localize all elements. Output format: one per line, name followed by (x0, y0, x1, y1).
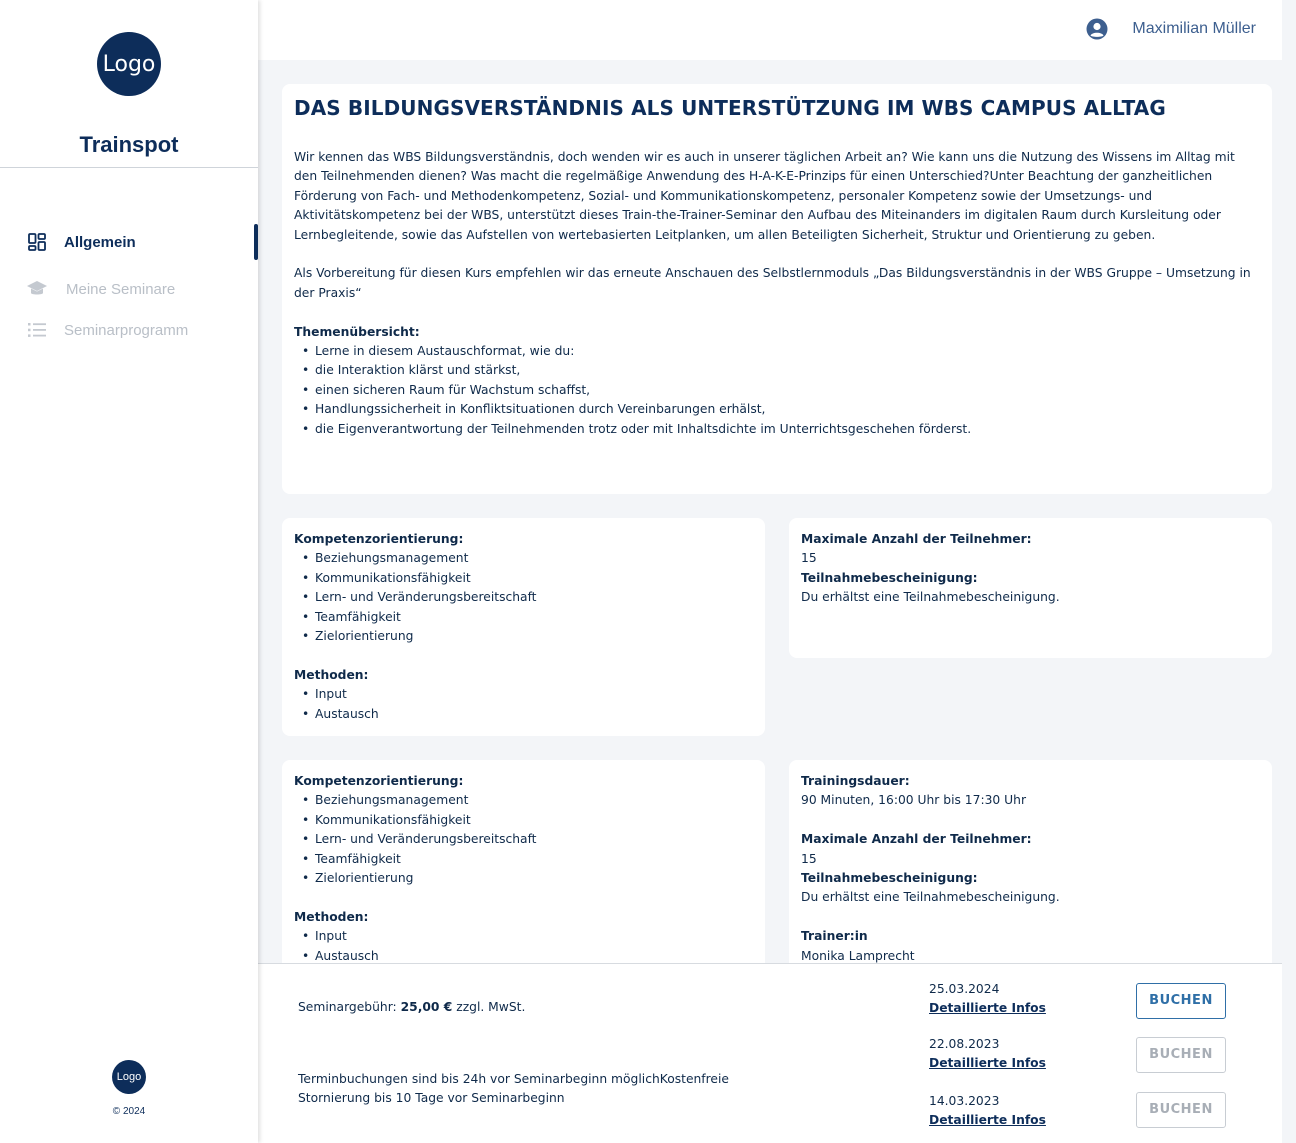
dashboard-icon (26, 232, 48, 252)
details-link[interactable]: Detaillierte Infos (929, 999, 1046, 1018)
sidebar-item-allgemein[interactable]: Allgemein (26, 230, 136, 254)
active-indicator (254, 224, 258, 260)
list-item: Input (294, 927, 753, 947)
list-item: Input (294, 685, 753, 705)
competence-heading: Kompetenzorientierung: (294, 774, 464, 788)
certificate-heading: Teilnahmebescheinigung: (801, 570, 978, 585)
description-card: DAS BILDUNGSVERSTÄNDNIS ALS UNTERSTÜTZUN… (282, 84, 1272, 494)
competence-list: Beziehungsmanagement Kommunikationsfähig… (294, 791, 753, 888)
description-paragraph: Wir kennen das WBS Bildungsverständnis, … (294, 150, 1235, 242)
methods-heading: Methoden: (294, 909, 369, 924)
copyright: © 2024 (112, 1106, 146, 1117)
list-item: Kommunikationsfähigkeit (294, 811, 753, 831)
seminar-fee: Seminargebühr: 25,00 € zzgl. MwSt. (298, 998, 525, 1017)
sidebar-item-label: Allgemein (64, 233, 136, 251)
info-card: Maximale Anzahl der Teilnehmer: 15 Teiln… (789, 518, 1272, 658)
fee-value: 25,00 € (400, 1000, 453, 1014)
fee-label: Seminargebühr: (298, 1000, 401, 1014)
divider (0, 167, 258, 168)
sidebar-item-label: Seminarprogramm (64, 321, 189, 339)
methods-list: Input Austausch (294, 927, 753, 966)
list-item: Zielorientierung (294, 869, 753, 889)
list-item: Lerne in diesem Austauschformat, wie du: (294, 342, 1260, 362)
seminar-date: 22.08.2023 (929, 1037, 1000, 1051)
list-item: Lern- und Veränderungsbereitschaft (294, 588, 753, 608)
description-text: Wir kennen das WBS Bildungsverständnis, … (294, 148, 1260, 439)
user-name: Maximilian Müller (1132, 20, 1256, 37)
top-bar: Maximilian Müller (258, 0, 1282, 60)
book-button[interactable]: BUCHEN (1136, 983, 1226, 1019)
sidebar-item-label: Meine Seminare (66, 280, 176, 298)
list-item: Beziehungsmanagement (294, 791, 753, 811)
user-menu[interactable]: Maximilian Müller (1086, 18, 1256, 40)
date-item: 22.08.2023 Detaillierte Infos (929, 1035, 1046, 1074)
preparation-paragraph: Als Vorbereitung für diesen Kurs empfehl… (294, 266, 1251, 300)
topics-list: Lerne in diesem Austauschformat, wie du:… (294, 342, 1260, 439)
competence-card: Kompetenzorientierung: Beziehungsmanagem… (282, 518, 765, 736)
topics-heading: Themenübersicht: (294, 324, 420, 339)
competence-list: Beziehungsmanagement Kommunikationsfähig… (294, 549, 753, 646)
max-participants-value: 15 (801, 851, 817, 866)
seminar-date: 25.03.2024 (929, 982, 1000, 996)
book-button-disabled[interactable]: BUCHEN (1136, 1037, 1226, 1073)
list-item: einen sicheren Raum für Wachstum schaffs… (294, 381, 1260, 401)
certificate-value: Du erhältst eine Teilnahmebescheinigung. (801, 590, 1060, 605)
fee-suffix: zzgl. MwSt. (452, 1000, 526, 1014)
max-participants-value: 15 (801, 551, 817, 566)
methods-list: Input Austausch (294, 685, 753, 724)
max-participants-heading: Maximale Anzahl der Teilnehmer: (801, 832, 1032, 847)
list-item: Lern- und Veränderungsbereitschaft (294, 830, 753, 850)
certificate-heading: Teilnahmebescheinigung: (801, 871, 978, 886)
list-item: Teamfähigkeit (294, 850, 753, 870)
book-button-disabled[interactable]: BUCHEN (1136, 1092, 1226, 1128)
list-item: die Eigenverantwortung der Teilnehmenden… (294, 420, 1260, 440)
date-item: 25.03.2024 Detaillierte Infos (929, 980, 1046, 1019)
list-item: Handlungssicherheit in Konfliktsituation… (294, 400, 1260, 420)
logo[interactable]: Logo (97, 32, 161, 96)
competence-card: Kompetenzorientierung: Beziehungsmanagem… (282, 760, 765, 978)
methods-heading: Methoden: (294, 667, 369, 682)
list-item: Austausch (294, 705, 753, 725)
scrollbar-track[interactable] (1282, 0, 1296, 1143)
trainer-heading: Trainer:in (801, 929, 868, 944)
page-title: DAS BILDUNGSVERSTÄNDNIS ALS UNTERSTÜTZUN… (294, 96, 1166, 120)
list-item: die Interaktion klärst und stärkst, (294, 361, 1260, 381)
sidebar: Logo Trainspot Allgemein Meine Seminare (0, 0, 258, 1143)
booking-terms: Terminbuchungen sind bis 24h vor Seminar… (298, 1072, 729, 1106)
max-participants-heading: Maximale Anzahl der Teilnehmer: (801, 532, 1032, 546)
booking-footer: Seminargebühr: 25,00 € zzgl. MwSt. Termi… (258, 963, 1282, 1143)
details-link[interactable]: Detaillierte Infos (929, 1111, 1046, 1130)
user-circle-icon (1086, 18, 1108, 40)
list-item: Zielorientierung (294, 627, 753, 647)
competence-heading: Kompetenzorientierung: (294, 532, 464, 546)
graduation-cap-icon (26, 279, 48, 299)
footer-logo: Logo (112, 1060, 146, 1094)
brand-name: Trainspot (79, 132, 179, 157)
list-item: Kommunikationsfähigkeit (294, 569, 753, 589)
date-item: 14.03.2023 Detaillierte Infos (929, 1092, 1046, 1131)
list-item: Teamfähigkeit (294, 608, 753, 628)
sidebar-item-meine-seminare[interactable]: Meine Seminare (26, 277, 175, 301)
certificate-value: Du erhältst eine Teilnahmebescheinigung. (801, 890, 1060, 905)
list-item: Beziehungsmanagement (294, 549, 753, 569)
seminar-date: 14.03.2023 (929, 1094, 1000, 1108)
duration-value: 90 Minuten, 16:00 Uhr bis 17:30 Uhr (801, 793, 1027, 808)
sidebar-item-seminarprogramm[interactable]: Seminarprogramm (26, 318, 188, 342)
duration-heading: Trainingsdauer: (801, 774, 910, 788)
list-icon (26, 320, 48, 340)
details-link[interactable]: Detaillierte Infos (929, 1054, 1046, 1073)
